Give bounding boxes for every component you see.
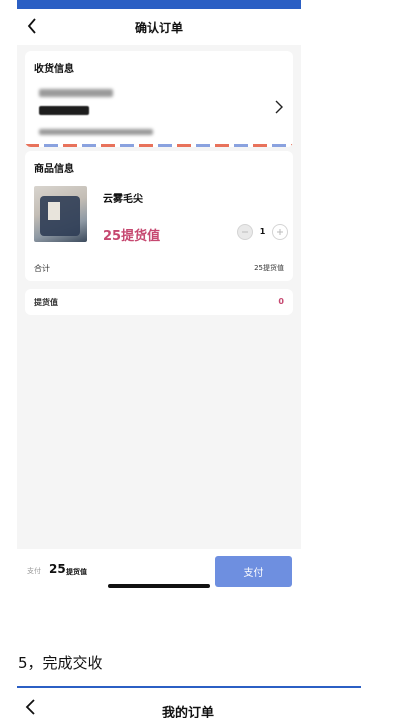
pay-unit: 提货值 <box>66 568 87 576</box>
nav-header: 确认订单 <box>17 9 301 45</box>
chevron-left-icon[interactable] <box>22 697 38 717</box>
phone-screen: 确认订单 收货信息 商品信息 云雾毛尖 25提货值 1 合计 25提货值 提货值… <box>17 9 301 595</box>
quantity-stepper: 1 <box>237 224 292 240</box>
pay-amount: 25 <box>49 562 66 576</box>
redacted-phone <box>39 106 89 115</box>
pay-button[interactable]: 支付 <box>215 556 292 587</box>
points-value: 0 <box>278 297 284 306</box>
decrease-button[interactable] <box>237 224 253 240</box>
pay-footer: 支付 25 提货值 支付 <box>17 549 301 595</box>
points-card: 提货值 0 <box>25 289 293 315</box>
address-card[interactable]: 收货信息 <box>25 51 293 147</box>
plus-icon <box>277 229 283 235</box>
next-screen-accent-line <box>17 686 361 688</box>
goods-section-title: 商品信息 <box>34 164 74 175</box>
top-accent-bar <box>17 0 301 9</box>
minus-icon <box>242 231 248 233</box>
home-indicator <box>108 584 210 588</box>
quantity-value[interactable]: 1 <box>253 225 272 239</box>
increase-button[interactable] <box>272 224 288 240</box>
total-value: 25提货值 <box>254 264 284 272</box>
product-name: 云雾毛尖 <box>103 194 143 205</box>
total-label: 合计 <box>34 264 50 273</box>
points-label: 提货值 <box>34 298 58 307</box>
product-image[interactable] <box>34 186 87 242</box>
chevron-right-icon[interactable] <box>275 100 283 114</box>
next-screen-title: 我的订单 <box>162 706 215 718</box>
step-caption: 5，完成交收 <box>18 654 103 672</box>
goods-card: 商品信息 云雾毛尖 25提货值 1 合计 25提货值 <box>25 151 293 281</box>
redacted-address <box>39 129 153 135</box>
page-title: 确认订单 <box>134 21 183 35</box>
product-price: 25提货值 <box>103 229 161 244</box>
redacted-recipient <box>39 89 113 97</box>
airmail-stripe <box>25 144 293 147</box>
pay-label: 支付 <box>27 567 41 575</box>
address-section-title: 收货信息 <box>34 64 74 75</box>
